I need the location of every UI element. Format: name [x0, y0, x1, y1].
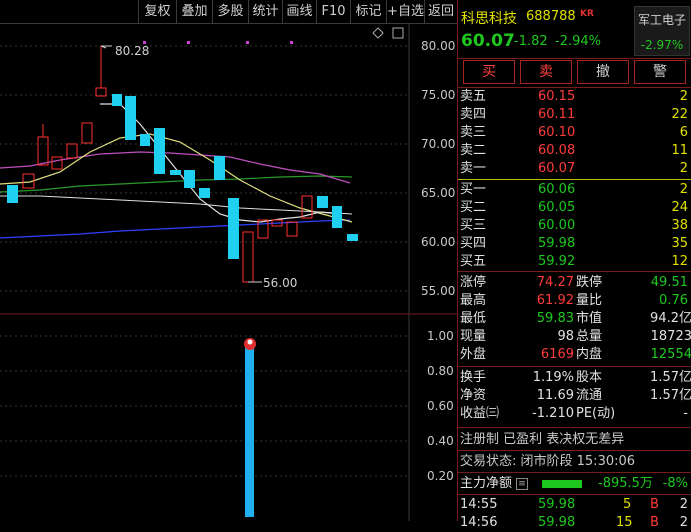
stat-row-asset: 净资 11.69 流通 1.57亿: [460, 388, 691, 403]
stat-row-volume: 现量 98 总量 18723: [460, 329, 691, 344]
stock-code: 688788: [526, 9, 576, 24]
stat-row-high: 最高 61.92 量比 0.76: [460, 293, 688, 308]
toolbar-add-watchlist[interactable]: +自选: [386, 0, 424, 24]
main-flow-row: 主力净额 ≡ -895.5万 -8%: [460, 476, 688, 491]
flow-bar: [542, 480, 582, 488]
tick-row: 14:55 59.98 5 B 2: [460, 497, 688, 512]
cancel-button[interactable]: 撤: [577, 60, 629, 84]
toolbar-multi[interactable]: 多股: [212, 0, 248, 24]
toolbar-draw[interactable]: 画线: [282, 0, 316, 24]
stat-row-turnover: 换手 1.19% 股本 1.57亿: [460, 370, 691, 385]
chart-toolbar: 复权 叠加 多股 统计 画线 F10 标记 +自选 返回: [0, 0, 457, 24]
bid-row-4: 买四 59.98 35: [460, 236, 688, 251]
toolbar-stats[interactable]: 统计: [248, 0, 282, 24]
stat-row-outer: 外盘 6169 内盘 12554: [460, 347, 691, 362]
stat-row-eps: 收益㈢ -1.210 PE(动) -: [460, 406, 688, 421]
stock-tag: KR: [580, 9, 594, 19]
stock-name: 科思科技: [461, 11, 517, 27]
bid-row-5: 买五 59.92 12: [460, 254, 688, 269]
ask-row-4: 卖四 60.11 22: [460, 107, 688, 122]
sector-name: 军工电子: [637, 13, 686, 27]
bid-row-3: 买三 60.00 38: [460, 218, 688, 233]
toolbar-fuquan[interactable]: 复权: [138, 0, 176, 24]
expand-icon[interactable]: [392, 27, 404, 39]
trade-status: 交易状态: 闭市阶段 15:30:06: [460, 454, 636, 469]
diamond-icon[interactable]: [372, 27, 384, 39]
kline-chart[interactable]: 80.28 56.00: [0, 24, 457, 521]
sell-button[interactable]: 卖: [520, 60, 572, 84]
price-change-pct: -2.94%: [555, 34, 601, 49]
buy-button[interactable]: 买: [463, 60, 515, 84]
sector-pct: -2.97%: [640, 38, 684, 52]
toolbar-back[interactable]: 返回: [424, 0, 457, 24]
candles: [7, 46, 358, 283]
toolbar-overlay[interactable]: 叠加: [176, 0, 212, 24]
ask-row-2: 卖二 60.08 11: [460, 143, 688, 158]
price-change: -1.82: [514, 34, 548, 49]
quote-panel: 科思科技 688788 KR 60.07 -1.82 -2.94% 军工电子 -…: [457, 0, 691, 530]
stat-row-limit: 涨停 74.27 跌停 49.51: [460, 275, 688, 290]
bid-row-1: 买一 60.06 2: [460, 182, 688, 197]
alert-button[interactable]: 警: [634, 60, 686, 84]
volume-bar: [245, 342, 254, 517]
ask-row-5: 卖五 60.15 2: [460, 89, 688, 104]
sector-box[interactable]: 军工电子 -2.97%: [634, 6, 690, 56]
toolbar-f10[interactable]: F10: [316, 0, 350, 24]
info-tags: 注册制 已盈利 表决权无差异: [460, 432, 625, 447]
high-label: 80.28: [115, 44, 149, 58]
ask-row-3: 卖三 60.10 6: [460, 125, 688, 140]
tick-row: 14:56 59.98 15 B 2: [460, 515, 688, 530]
stat-row-low: 最低 59.83 市值 94.2亿: [460, 311, 691, 326]
low-label: 56.00: [263, 276, 297, 290]
ask-row-1: 卖一 60.07 2: [460, 161, 688, 176]
toolbar-mark[interactable]: 标记: [350, 0, 386, 24]
current-price: 60.07: [461, 31, 515, 51]
flow-menu-icon[interactable]: ≡: [516, 478, 528, 490]
bid-row-2: 买二 60.05 24: [460, 200, 688, 215]
